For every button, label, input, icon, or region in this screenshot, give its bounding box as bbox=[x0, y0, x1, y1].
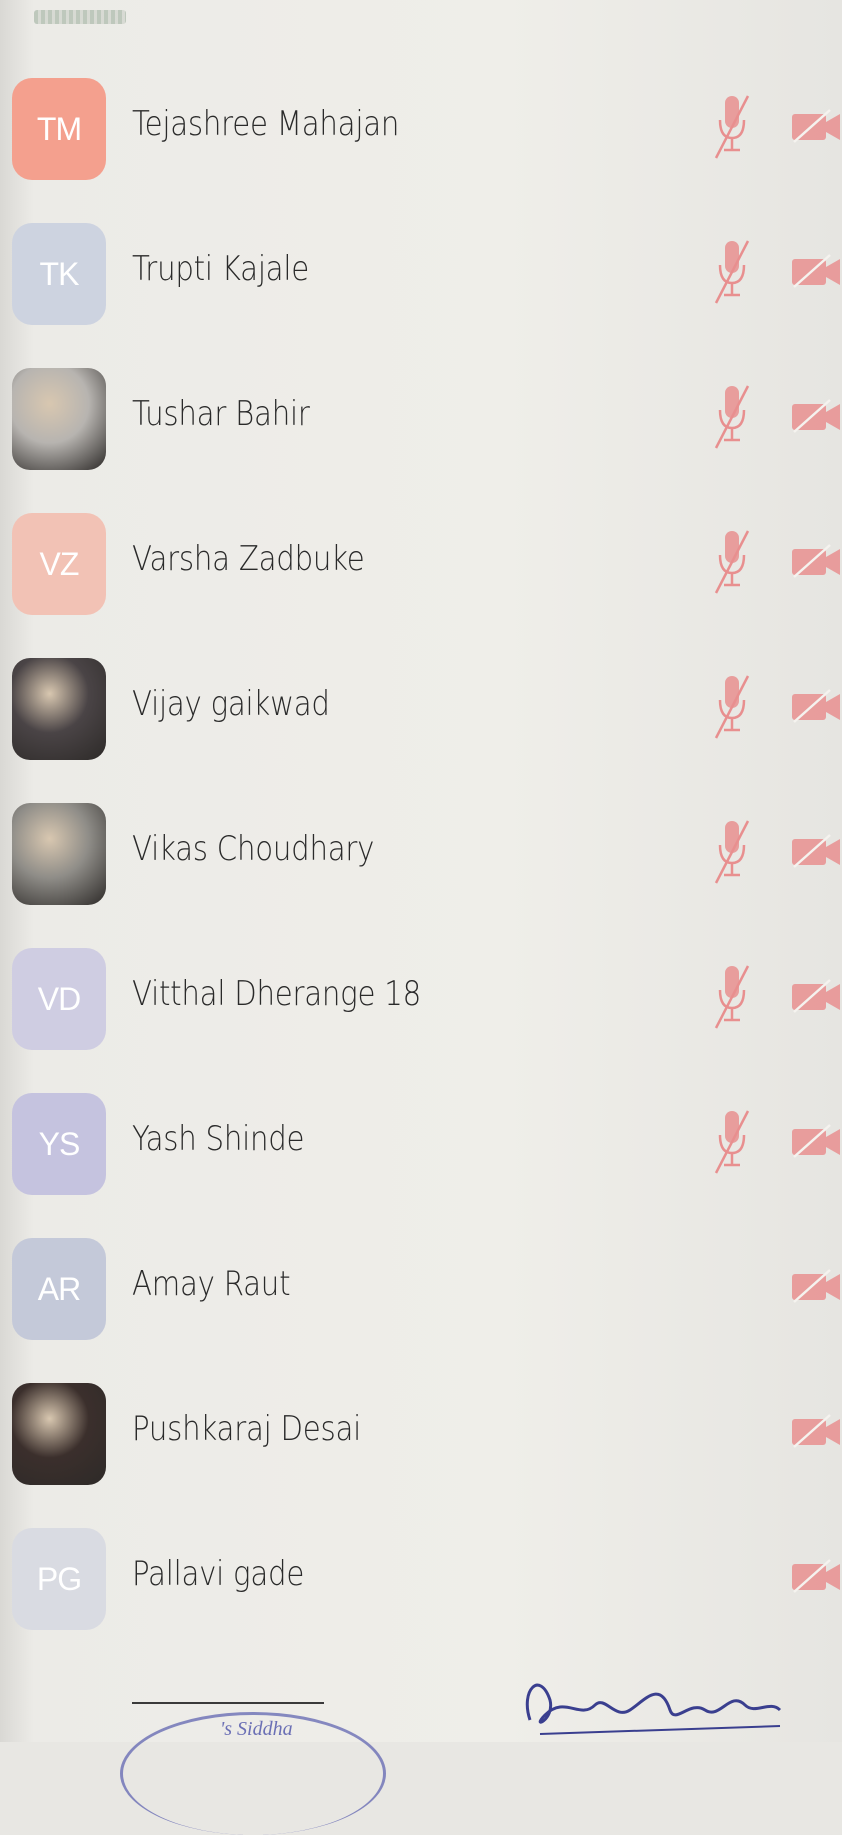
participant-row[interactable]: PG Pallavi gade bbox=[0, 1502, 842, 1656]
participant-row[interactable]: TM Tejashree Mahajan bbox=[0, 52, 842, 206]
video-off-icon bbox=[790, 1268, 842, 1304]
avatar-initials: VZ bbox=[12, 513, 106, 615]
participant-name: Tejashree Mahajan bbox=[132, 104, 400, 144]
participant-row[interactable]: VD Vitthal Dherange 18 bbox=[0, 922, 842, 1076]
mic-muted-icon bbox=[712, 672, 752, 742]
participant-row[interactable]: TK Trupti Kajale bbox=[0, 197, 842, 351]
participant-name: Tushar Bahir bbox=[132, 394, 310, 434]
avatar-initials: AR bbox=[12, 1238, 106, 1340]
mic-muted-icon bbox=[712, 527, 752, 597]
mic-muted-icon bbox=[712, 962, 752, 1032]
participants-screen: TM Tejashree Mahajan TK Trupti Kajale Tush… bbox=[0, 0, 842, 1835]
participant-name: Vijay gaikwad bbox=[132, 684, 330, 724]
participant-row[interactable]: VZ Varsha Zadbuke bbox=[0, 487, 842, 641]
participant-name: Pushkaraj Desai bbox=[132, 1409, 362, 1449]
mic-muted-icon bbox=[712, 817, 752, 887]
avatar-photo bbox=[12, 1383, 106, 1485]
participant-name: Trupti Kajale bbox=[132, 249, 309, 289]
participant-name: Yash Shinde bbox=[132, 1119, 305, 1159]
avatar-photo bbox=[12, 658, 106, 760]
mic-muted-icon bbox=[712, 382, 752, 452]
participant-row[interactable]: AR Amay Raut bbox=[0, 1212, 842, 1366]
avatar-initials: YS bbox=[12, 1093, 106, 1195]
participant-row[interactable]: Tushar Bahir bbox=[0, 342, 842, 496]
video-off-icon bbox=[790, 108, 842, 144]
participant-row[interactable]: Pushkaraj Desai bbox=[0, 1357, 842, 1511]
video-off-icon bbox=[790, 978, 842, 1014]
avatar-photo bbox=[12, 368, 106, 470]
avatar-initials: TK bbox=[12, 223, 106, 325]
video-off-icon bbox=[790, 1123, 842, 1159]
video-off-icon bbox=[790, 688, 842, 724]
avatar-photo bbox=[12, 803, 106, 905]
avatar-initials: PG bbox=[12, 1528, 106, 1630]
handwritten-signature bbox=[525, 1683, 782, 1735]
video-off-icon bbox=[790, 1413, 842, 1449]
name-underline bbox=[132, 1702, 324, 1704]
participant-name: Pallavi gade bbox=[132, 1554, 305, 1594]
participant-name: Vikas Choudhary bbox=[132, 829, 375, 869]
video-off-icon bbox=[790, 398, 842, 434]
participant-row[interactable]: Vijay gaikwad bbox=[0, 632, 842, 786]
video-off-icon bbox=[790, 253, 842, 289]
mic-muted-icon bbox=[712, 1107, 752, 1177]
participant-row[interactable]: YS Yash Shinde bbox=[0, 1067, 842, 1221]
avatar-initials: VD bbox=[12, 948, 106, 1050]
participant-name: Varsha Zadbuke bbox=[132, 539, 365, 579]
video-off-icon bbox=[790, 543, 842, 579]
video-off-icon bbox=[790, 1558, 842, 1594]
participant-row[interactable]: Vikas Choudhary bbox=[0, 777, 842, 931]
mic-muted-icon bbox=[712, 237, 752, 307]
participant-name: Amay Raut bbox=[132, 1264, 291, 1304]
mic-muted-icon bbox=[712, 92, 752, 162]
participant-name: Vitthal Dherange 18 bbox=[132, 974, 421, 1014]
stamp-text: 's Siddha bbox=[220, 1718, 293, 1740]
video-off-icon bbox=[790, 833, 842, 869]
previous-row-fragment bbox=[34, 10, 126, 24]
avatar-initials: TM bbox=[12, 78, 106, 180]
